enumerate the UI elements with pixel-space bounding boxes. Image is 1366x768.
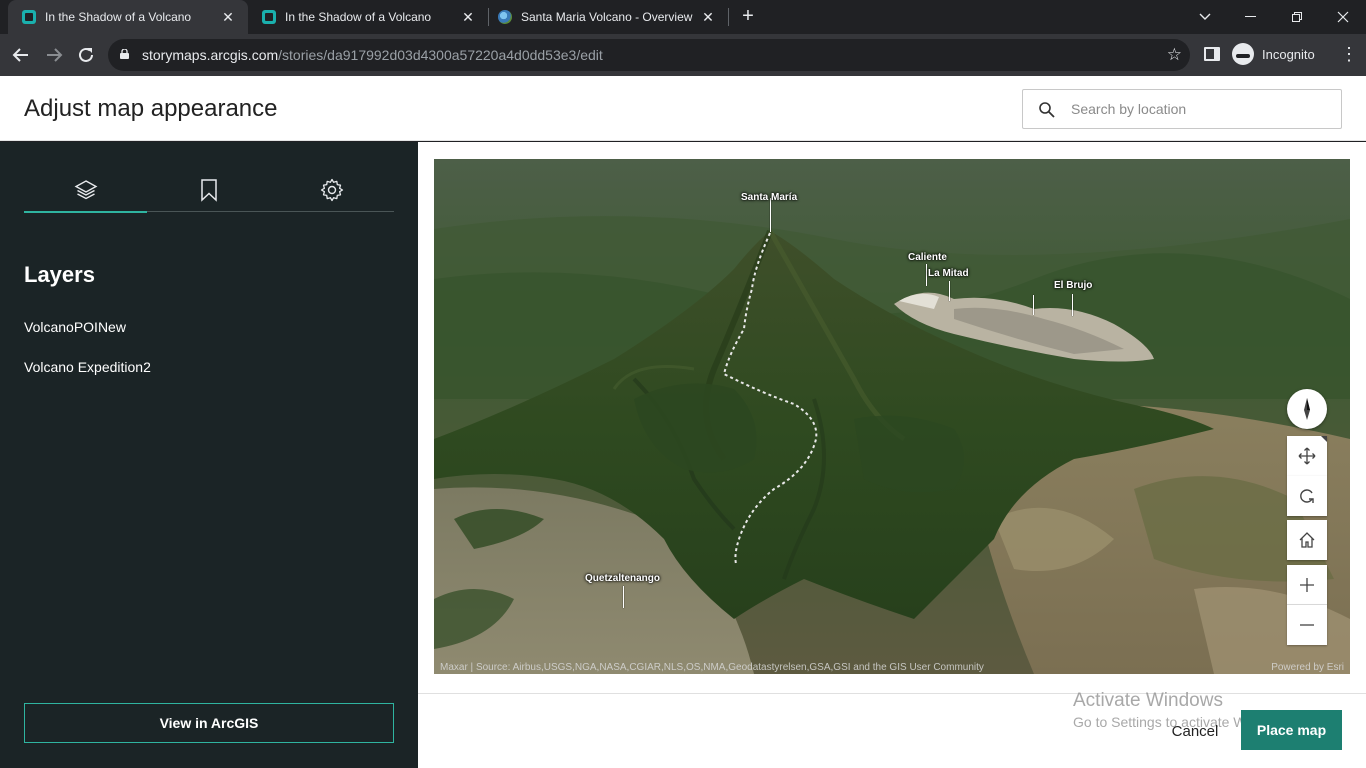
- corner-indicator-icon: [1321, 436, 1327, 442]
- map-label-el-brujo: El Brujo: [1054, 280, 1093, 291]
- bookmark-icon: [200, 179, 217, 202]
- label-leader: [1072, 294, 1073, 316]
- label-leader: [623, 586, 624, 608]
- bookmark-star-icon[interactable]: ☆: [1167, 45, 1182, 65]
- layer-item[interactable]: Volcano Expedition2: [24, 359, 151, 375]
- satellite-terrain: [434, 159, 1350, 674]
- back-arrow-icon: [12, 48, 28, 62]
- panel-tabs: [24, 168, 394, 213]
- label-leader: [926, 264, 927, 286]
- incognito-profile[interactable]: Incognito: [1232, 40, 1315, 68]
- pan-button[interactable]: [1287, 436, 1327, 476]
- app-header: Adjust map appearance: [0, 76, 1366, 141]
- tab-settings[interactable]: [270, 168, 393, 212]
- label-leader: [770, 198, 771, 232]
- reload-button[interactable]: [73, 42, 99, 68]
- zoom-out-button[interactable]: [1287, 605, 1327, 645]
- pan-icon: [1298, 447, 1316, 465]
- close-tab-icon[interactable]: ✕: [220, 9, 236, 25]
- location-search[interactable]: [1022, 89, 1342, 129]
- address-bar[interactable]: storymaps.arcgis.com/stories/da917992d03…: [108, 39, 1190, 71]
- place-map-button[interactable]: Place map: [1241, 710, 1342, 750]
- minimize-icon: [1245, 16, 1256, 17]
- back-button[interactable]: [8, 42, 34, 68]
- url-host: storymaps.arcgis.com: [142, 47, 279, 63]
- tab-divider: [728, 8, 729, 26]
- minimize-button[interactable]: [1228, 0, 1274, 34]
- restore-button[interactable]: [1274, 0, 1320, 34]
- compass-icon: [1304, 398, 1310, 420]
- side-panel-icon[interactable]: [1204, 47, 1220, 61]
- storymaps-icon: [262, 10, 276, 24]
- cancel-button[interactable]: Cancel: [1158, 719, 1232, 743]
- forward-button[interactable]: [41, 42, 67, 68]
- storymaps-icon: [22, 10, 36, 24]
- browser-tab-strip: In the Shadow of a Volcano ✕ In the Shad…: [0, 0, 1366, 34]
- label-leader: [1033, 295, 1034, 315]
- layers-icon: [74, 179, 97, 199]
- map-label-la-mitad: La Mitad: [928, 268, 969, 279]
- profile-label: Incognito: [1262, 46, 1315, 62]
- page-title: Adjust map appearance: [24, 95, 278, 122]
- close-tab-icon[interactable]: ✕: [700, 9, 716, 25]
- map-label-quetzaltenango: Quetzaltenango: [585, 573, 661, 584]
- footer-divider: [418, 693, 1366, 694]
- settings-panel: Layers VolcanoPOINew Volcano Expedition2…: [0, 142, 418, 768]
- browser-tab-1[interactable]: In the Shadow of a Volcano ✕: [8, 0, 248, 34]
- layer-item[interactable]: VolcanoPOINew: [24, 319, 126, 335]
- home-button[interactable]: [1287, 520, 1327, 560]
- tab-layers[interactable]: [24, 168, 147, 213]
- search-icon: [1039, 102, 1055, 118]
- zoom-in-icon: [1300, 577, 1314, 592]
- view-in-arcgis-button[interactable]: View in ArcGIS: [24, 703, 394, 743]
- tab-title: In the Shadow of a Volcano: [285, 10, 432, 24]
- map-view[interactable]: Santa María Caliente La Mitad El Brujo Q…: [434, 159, 1350, 674]
- tab-title: Santa Maria Volcano - Overview: [521, 10, 693, 24]
- new-tab-button[interactable]: +: [738, 6, 758, 26]
- lock-icon[interactable]: [120, 49, 129, 59]
- powered-by-esri[interactable]: Powered by Esri: [1271, 662, 1344, 673]
- rotate-button[interactable]: [1287, 476, 1327, 516]
- url-text[interactable]: storymaps.arcgis.com/stories/da917992d03…: [142, 47, 603, 63]
- globe-icon: [498, 10, 512, 24]
- zoom-out-icon: [1300, 624, 1314, 626]
- url-path: /stories/da917992d03d4300a57220a4d0dd53e…: [278, 47, 603, 63]
- map-attribution: Maxar | Source: Airbus,USGS,NGA,NASA,CGI…: [440, 662, 984, 673]
- map-editor: Santa María Caliente La Mitad El Brujo Q…: [418, 142, 1366, 768]
- restore-icon: [1292, 12, 1302, 22]
- browser-tab-3[interactable]: Santa Maria Volcano - Overview ✕: [488, 0, 728, 34]
- zoom-in-button[interactable]: [1287, 565, 1327, 605]
- tab-bookmarks[interactable]: [147, 168, 270, 212]
- map-label-caliente: Caliente: [908, 252, 947, 263]
- map-label-santa-maria: Santa María: [741, 192, 798, 203]
- incognito-icon: [1232, 43, 1254, 65]
- close-icon: [1337, 11, 1349, 23]
- compass-button[interactable]: [1287, 389, 1327, 429]
- rotate-icon: [1300, 489, 1314, 503]
- browser-tab-2[interactable]: In the Shadow of a Volcano ✕: [248, 0, 488, 34]
- search-input[interactable]: [1071, 98, 1321, 120]
- browser-toolbar: storymaps.arcgis.com/stories/da917992d03…: [0, 34, 1366, 76]
- chevron-down-icon: [1199, 13, 1211, 20]
- tab-search-button[interactable]: [1182, 0, 1228, 34]
- gear-icon: [320, 178, 343, 202]
- close-window-button[interactable]: [1320, 0, 1366, 34]
- home-icon: [1299, 532, 1315, 548]
- layers-heading: Layers: [24, 262, 95, 287]
- close-tab-icon[interactable]: ✕: [460, 9, 476, 25]
- forward-arrow-icon: [47, 48, 63, 62]
- tab-title: In the Shadow of a Volcano: [45, 10, 192, 24]
- label-leader: [949, 281, 950, 301]
- menu-kebab-icon[interactable]: ⋮: [1340, 44, 1358, 64]
- reload-icon: [79, 47, 93, 62]
